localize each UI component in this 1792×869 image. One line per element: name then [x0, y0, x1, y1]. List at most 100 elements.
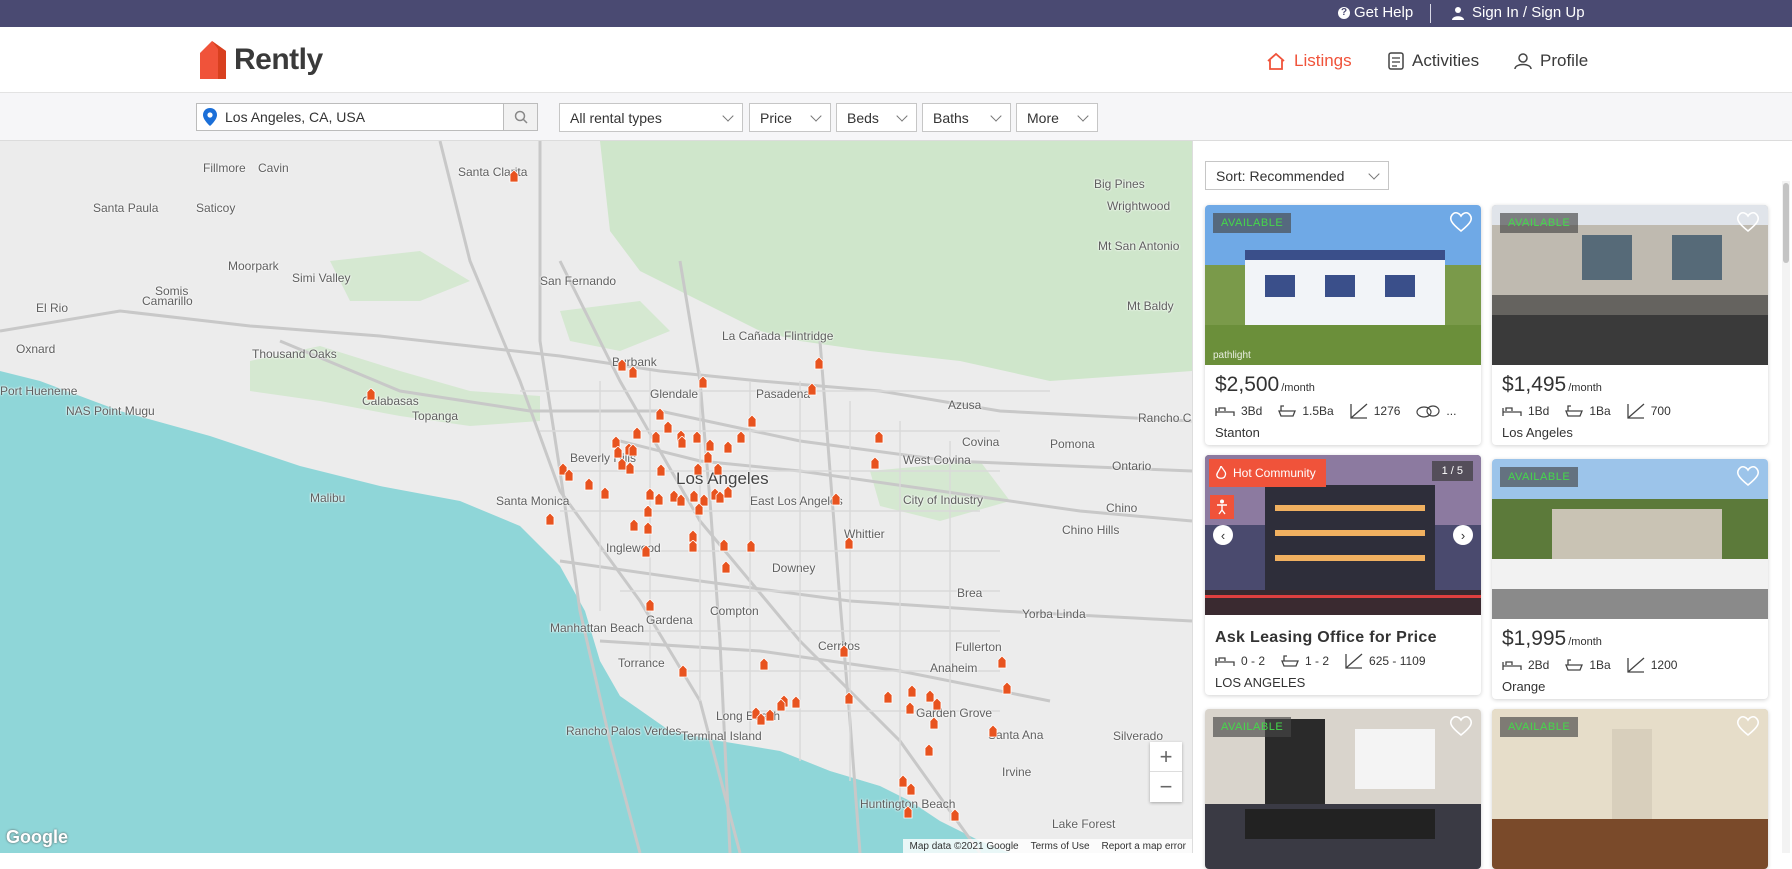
- listing-marker[interactable]: [627, 366, 639, 380]
- listing-marker[interactable]: [987, 725, 999, 739]
- listing-photo[interactable]: AVAILABLE: [1492, 205, 1768, 365]
- location-input[interactable]: [225, 109, 495, 125]
- terms-link[interactable]: Terms of Use: [1031, 841, 1090, 852]
- listing-marker[interactable]: [813, 357, 825, 371]
- listing-photo[interactable]: AVAILABLE: [1205, 709, 1481, 869]
- listing-marker[interactable]: [745, 540, 757, 554]
- listing-marker[interactable]: [599, 487, 611, 501]
- listing-marker[interactable]: [838, 645, 850, 659]
- listing-marker[interactable]: [693, 503, 705, 517]
- prev-photo-button[interactable]: ‹: [1213, 525, 1233, 545]
- listing-marker[interactable]: [644, 599, 656, 613]
- listing-card[interactable]: AVAILABLE pathlight $2,500/month 3Bd 1.5…: [1205, 205, 1481, 445]
- listing-marker[interactable]: [642, 522, 654, 536]
- listing-marker[interactable]: [365, 388, 377, 402]
- listing-photo[interactable]: Hot Community 1 / 5 ‹ ›: [1205, 455, 1481, 615]
- listing-marker[interactable]: [905, 783, 917, 797]
- listing-marker[interactable]: [775, 699, 787, 713]
- listing-marker[interactable]: [583, 478, 595, 492]
- search-button[interactable]: [503, 104, 537, 130]
- baths-dropdown[interactable]: Baths: [922, 103, 1011, 132]
- listing-marker[interactable]: [830, 493, 842, 507]
- listing-marker[interactable]: [691, 431, 703, 445]
- listing-marker[interactable]: [869, 457, 881, 471]
- listing-marker[interactable]: [1001, 682, 1013, 696]
- map-view[interactable]: Santa Clarita Fillmore Cavin Santa Paula Sat…: [0, 141, 1192, 853]
- listing-marker[interactable]: [720, 561, 732, 575]
- listing-photo[interactable]: AVAILABLE pathlight: [1205, 205, 1481, 365]
- listing-marker[interactable]: [996, 656, 1008, 670]
- accessibility-button[interactable]: [1210, 495, 1234, 519]
- listing-marker[interactable]: [662, 421, 674, 435]
- listing-marker[interactable]: [906, 685, 918, 699]
- listing-marker[interactable]: [904, 702, 916, 716]
- listing-card[interactable]: AVAILABLE: [1492, 709, 1768, 869]
- listing-marker[interactable]: [722, 486, 734, 500]
- more-dropdown[interactable]: More: [1016, 103, 1098, 132]
- listing-marker[interactable]: [712, 463, 724, 477]
- scrollbar-thumb[interactable]: [1783, 183, 1789, 263]
- listing-photo[interactable]: AVAILABLE: [1492, 709, 1768, 869]
- nav-listings[interactable]: Listings: [1266, 51, 1352, 71]
- zoom-in-button[interactable]: +: [1150, 742, 1182, 772]
- nav-profile[interactable]: Profile: [1514, 51, 1588, 71]
- listing-card[interactable]: AVAILABLE $1,995/month 2Bd 1Ba 1200 Oran…: [1492, 459, 1768, 699]
- listing-card[interactable]: AVAILABLE $1,495/month 1Bd 1Ba 700 Los A…: [1492, 205, 1768, 445]
- listing-marker[interactable]: [642, 505, 654, 519]
- favorite-heart-icon[interactable]: [1736, 211, 1760, 233]
- listing-marker[interactable]: [544, 513, 556, 527]
- listing-marker[interactable]: [687, 540, 699, 554]
- listing-marker[interactable]: [563, 469, 575, 483]
- listing-marker[interactable]: [677, 665, 689, 679]
- listing-marker[interactable]: [902, 806, 914, 820]
- listing-marker[interactable]: [928, 717, 940, 731]
- favorite-heart-icon[interactable]: [1736, 715, 1760, 737]
- listing-marker[interactable]: [654, 408, 666, 422]
- report-link[interactable]: Report a map error: [1102, 841, 1186, 852]
- listing-marker[interactable]: [697, 376, 709, 390]
- listing-marker[interactable]: [650, 431, 662, 445]
- listing-marker[interactable]: [882, 691, 894, 705]
- listing-marker[interactable]: [653, 493, 665, 507]
- community-card[interactable]: Hot Community 1 / 5 ‹ › Ask Leasing Offi…: [1205, 455, 1481, 695]
- listing-marker[interactable]: [949, 809, 961, 823]
- listing-marker[interactable]: [640, 545, 652, 559]
- get-help-link[interactable]: ? Get Help: [1338, 4, 1413, 21]
- listing-marker[interactable]: [806, 383, 818, 397]
- listing-marker[interactable]: [755, 713, 767, 727]
- listing-marker[interactable]: [790, 696, 802, 710]
- listing-marker[interactable]: [692, 463, 704, 477]
- favorite-heart-icon[interactable]: [1449, 715, 1473, 737]
- listing-marker[interactable]: [843, 537, 855, 551]
- listing-marker[interactable]: [675, 494, 687, 508]
- listing-marker[interactable]: [746, 415, 758, 429]
- rently-logo[interactable]: Rently: [196, 39, 323, 81]
- listing-marker[interactable]: [923, 744, 935, 758]
- listing-marker[interactable]: [631, 427, 643, 441]
- listing-marker[interactable]: [718, 539, 730, 553]
- listing-marker[interactable]: [628, 519, 640, 533]
- rental-type-dropdown[interactable]: All rental types: [559, 103, 743, 132]
- listing-marker[interactable]: [873, 431, 885, 445]
- listing-marker[interactable]: [931, 698, 943, 712]
- price-dropdown[interactable]: Price: [749, 103, 831, 132]
- listing-photo[interactable]: AVAILABLE: [1492, 459, 1768, 619]
- listing-card[interactable]: AVAILABLE: [1205, 709, 1481, 869]
- listing-marker[interactable]: [655, 464, 667, 478]
- listing-marker[interactable]: [508, 170, 520, 184]
- zoom-out-button[interactable]: −: [1150, 772, 1182, 802]
- sort-dropdown[interactable]: Sort: Recommended: [1205, 161, 1389, 190]
- listing-marker[interactable]: [627, 444, 639, 458]
- listing-marker[interactable]: [624, 462, 636, 476]
- sign-in-link[interactable]: Sign In / Sign Up: [1452, 4, 1585, 21]
- listing-scrollbar[interactable]: [1782, 181, 1790, 853]
- favorite-heart-icon[interactable]: [1449, 211, 1473, 233]
- listing-marker[interactable]: [676, 436, 688, 450]
- listing-marker[interactable]: [758, 658, 770, 672]
- favorite-heart-icon[interactable]: [1736, 465, 1760, 487]
- nav-activities[interactable]: Activities: [1388, 51, 1479, 71]
- beds-dropdown[interactable]: Beds: [836, 103, 917, 132]
- next-photo-button[interactable]: ›: [1453, 525, 1473, 545]
- listing-marker[interactable]: [735, 431, 747, 445]
- listing-marker[interactable]: [843, 692, 855, 706]
